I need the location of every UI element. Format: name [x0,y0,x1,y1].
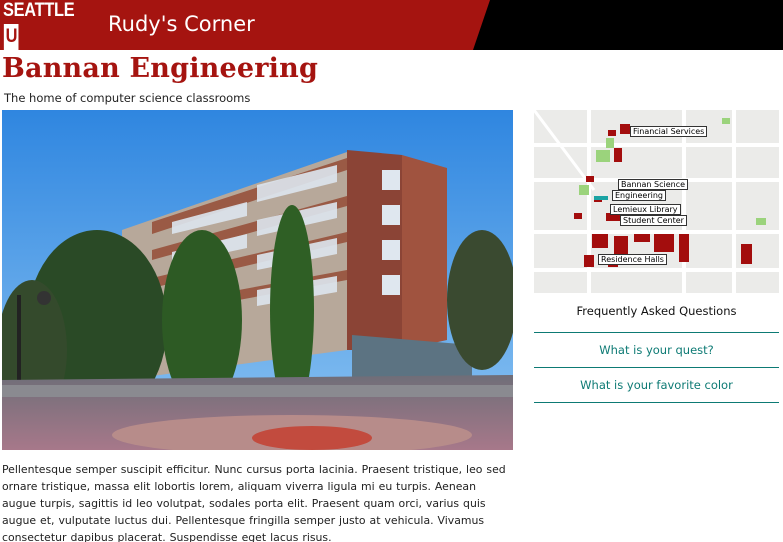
map-label-student-center[interactable]: Student Center [620,215,687,226]
page-title: Bannan Engineering [2,53,319,84]
faq-heading: Frequently Asked Questions [576,304,737,318]
faq-divider [534,332,779,333]
site-header: SEATTLEU Rudy's Corner [0,0,783,50]
logo-text: SEATTLEU [3,0,75,50]
seattle-u-logo[interactable]: SEATTLEU [3,0,87,50]
map-label-bannan-science[interactable]: Bannan Science [618,179,689,190]
map-label-financial[interactable]: Financial Services [630,126,708,137]
map-label-engineering[interactable]: Engineering [612,190,666,201]
campus-map-graphic [534,110,779,293]
map-label-residence-halls[interactable]: Residence Halls [598,254,667,265]
campus-map[interactable]: Financial Services Bannan Science Engine… [534,110,779,293]
faq-item-favorite-color[interactable]: What is your favorite color [534,376,779,394]
logo-u-box: U [3,24,19,50]
page-subtitle: The home of computer science classrooms [4,91,251,105]
map-label-lemieux-library[interactable]: Lemieux Library [610,204,681,215]
building-photo [2,110,513,450]
faq-divider [534,402,779,403]
faq-divider [534,367,779,368]
body-paragraph: Pellentesque semper suscipit efficitur. … [2,463,506,542]
site-title[interactable]: Rudy's Corner [108,10,255,38]
faq-item-quest[interactable]: What is your quest? [534,341,779,359]
